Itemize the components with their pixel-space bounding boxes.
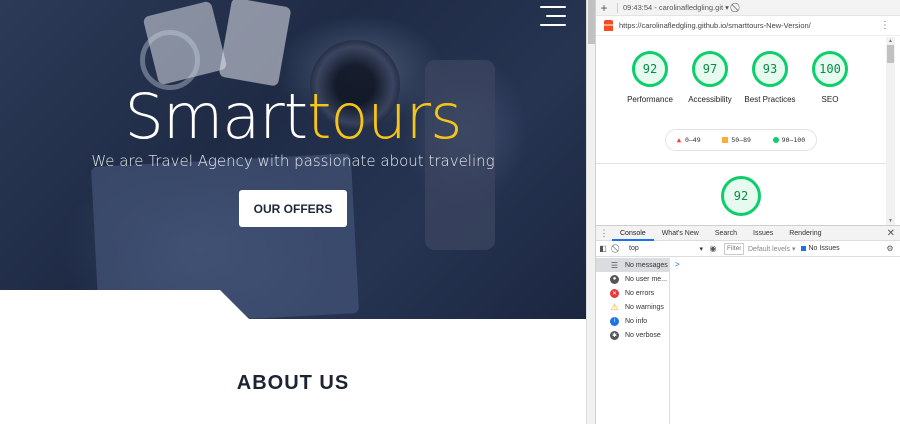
filter-input[interactable] [724, 242, 744, 255]
score-gauge-accessibility[interactable]: 97 Accessibility [680, 51, 740, 105]
user-icon: ● [610, 274, 619, 284]
report-url-bar: https://carolinafledgling.github.io/smar… [596, 16, 900, 36]
hero-tagline: We are Travel Agency with passionate abo… [91, 152, 495, 170]
list-icon: ☰ [610, 260, 619, 270]
lighthouse-logo-icon [604, 20, 613, 31]
score-value: 93 [752, 51, 788, 87]
report-url[interactable]: https://carolinafledgling.github.io/smar… [619, 21, 811, 30]
report-selector-label: 09:43:54 - carolinafledgling.git [623, 3, 724, 12]
sidebar-item-label: No verbose [625, 331, 661, 339]
chevron-down-icon: ▾ [699, 245, 703, 253]
score-value: 100 [812, 51, 848, 87]
clear-console-icon[interactable]: ⃠ [610, 244, 624, 254]
legend-pass: 90–100 [772, 136, 806, 144]
score-label: Accessibility [688, 95, 732, 104]
sidebar-item-info[interactable]: i No info [596, 314, 669, 328]
warning-icon: ⚠ [610, 301, 619, 312]
score-gauge-performance[interactable]: 92 Performance [620, 51, 680, 105]
legend-fail-range: 0–49 [684, 136, 701, 144]
info-icon: i [610, 316, 619, 326]
context-selector[interactable]: top ▾ [626, 242, 706, 255]
legend-average: 50–89 [722, 136, 751, 144]
hero-bottom-shape [0, 290, 586, 330]
error-icon: ✕ [610, 288, 619, 298]
tab-rendering[interactable]: Rendering [781, 226, 829, 241]
performance-detail-gauge[interactable]: 92 [721, 176, 761, 216]
tab-issues[interactable]: Issues [745, 226, 781, 241]
scroll-down-icon[interactable]: ▼ [888, 218, 893, 224]
circle-icon [772, 137, 779, 143]
console-body: ☰ No messages ● No user me... ✕ No errors ⚠… [596, 258, 900, 424]
score-label: SEO [821, 95, 839, 104]
legend-average-range: 50–89 [731, 136, 751, 144]
new-report-icon[interactable]: + [596, 1, 612, 15]
score-gauge-seo[interactable]: 100 SEO [800, 51, 860, 105]
issues-label: No Issues [808, 245, 840, 252]
triangle-icon: ▲ [676, 136, 682, 144]
brand-accent: tours [307, 80, 462, 153]
square-icon [722, 137, 729, 143]
context-value: top [629, 245, 639, 252]
sidebar-item-messages[interactable]: ☰ No messages [596, 258, 669, 272]
sidebar-item-label: No messages [625, 261, 668, 269]
gear-icon[interactable]: ⚙ [883, 244, 897, 253]
toolbar-separator [617, 2, 618, 13]
hero-section: Smarttours We are Travel Agency with pas… [0, 0, 586, 327]
tab-whats-new[interactable]: What's New [654, 226, 707, 241]
sidebar-item-label: No info [625, 317, 648, 325]
eye-icon[interactable]: ◉ [706, 244, 720, 253]
score-value: 92 [632, 51, 668, 87]
our-offers-button[interactable]: OUR OFFERS [239, 190, 347, 227]
website-viewport: Smarttours We are Travel Agency with pas… [0, 0, 586, 424]
tab-console[interactable]: Console [612, 226, 654, 241]
tab-search[interactable]: Search [707, 226, 745, 241]
console-toolbar: ◧ ⃠ top ▾ ◉ Default levels ▾ No Issues ⚙ [596, 241, 900, 257]
more-options-icon[interactable]: ⋮ [880, 20, 890, 31]
lighthouse-report: 92 Performance 97 Accessibility 93 Best … [596, 37, 886, 225]
legend-pass-range: 90–100 [781, 136, 806, 144]
sidebar-item-label: No warnings [625, 303, 664, 311]
console-prompt[interactable]: > [675, 260, 680, 269]
drawer-tabs: ⋮ Console What's New Search Issues Rende… [596, 226, 900, 241]
sidebar-toggle-icon[interactable]: ◧ [596, 244, 610, 253]
page-scrollbar[interactable] [586, 0, 595, 424]
score-label: Best Practices [744, 95, 796, 104]
about-section-title: ABOUT US [236, 372, 350, 394]
console-sidebar: ☰ No messages ● No user me... ✕ No errors ⚠… [596, 258, 670, 424]
score-label: Performance [627, 95, 673, 104]
close-drawer-icon[interactable]: ✕ [887, 228, 895, 239]
photo-print-image [218, 0, 292, 87]
report-divider [596, 163, 886, 164]
score-gauge-best-practices[interactable]: 93 Best Practices [740, 51, 800, 105]
sidebar-item-errors[interactable]: ✕ No errors [596, 286, 669, 300]
legend-fail: ▲ 0–49 [677, 136, 701, 144]
sidebar-item-label: No user me... [625, 275, 668, 283]
log-levels-dropdown[interactable]: Default levels ▾ [748, 245, 795, 253]
sidebar-item-verbose[interactable]: ✱ No verbose [596, 328, 669, 342]
drawer-menu-icon[interactable]: ⋮ [596, 228, 612, 239]
score-value: 97 [692, 51, 728, 87]
devtools-drawer: ⋮ Console What's New Search Issues Rende… [596, 225, 900, 424]
scrollbar-thumb[interactable] [887, 45, 894, 63]
sidebar-item-label: No errors [625, 289, 655, 297]
sidebar-item-user-messages[interactable]: ● No user me... [596, 272, 669, 286]
devtools-panel: + 09:43:54 - carolinafledgling.git ▾ ⃠ h… [595, 0, 900, 424]
chevron-down-icon: ▾ [725, 3, 729, 12]
report-selector[interactable]: 09:43:54 - carolinafledgling.git ▾ [623, 3, 729, 12]
score-gauges: 92 Performance 97 Accessibility 93 Best … [620, 51, 860, 105]
score-scale-legend: ▲ 0–49 50–89 90–100 [665, 129, 817, 151]
hamburger-menu-icon[interactable] [540, 6, 566, 28]
scrollbar-thumb[interactable] [588, 0, 595, 44]
brand-logo-text: Smarttours [0, 80, 586, 153]
issues-counter[interactable]: No Issues [801, 245, 840, 252]
scroll-up-icon[interactable]: ▲ [888, 38, 893, 44]
lighthouse-toolbar: + 09:43:54 - carolinafledgling.git ▾ ⃠ [596, 0, 900, 16]
sidebar-item-warnings[interactable]: ⚠ No warnings [596, 300, 669, 314]
brand-main: Smart [124, 80, 309, 153]
issue-icon [801, 246, 807, 251]
verbose-icon: ✱ [610, 330, 619, 340]
report-scrollbar[interactable]: ▲ ▼ [886, 37, 895, 225]
